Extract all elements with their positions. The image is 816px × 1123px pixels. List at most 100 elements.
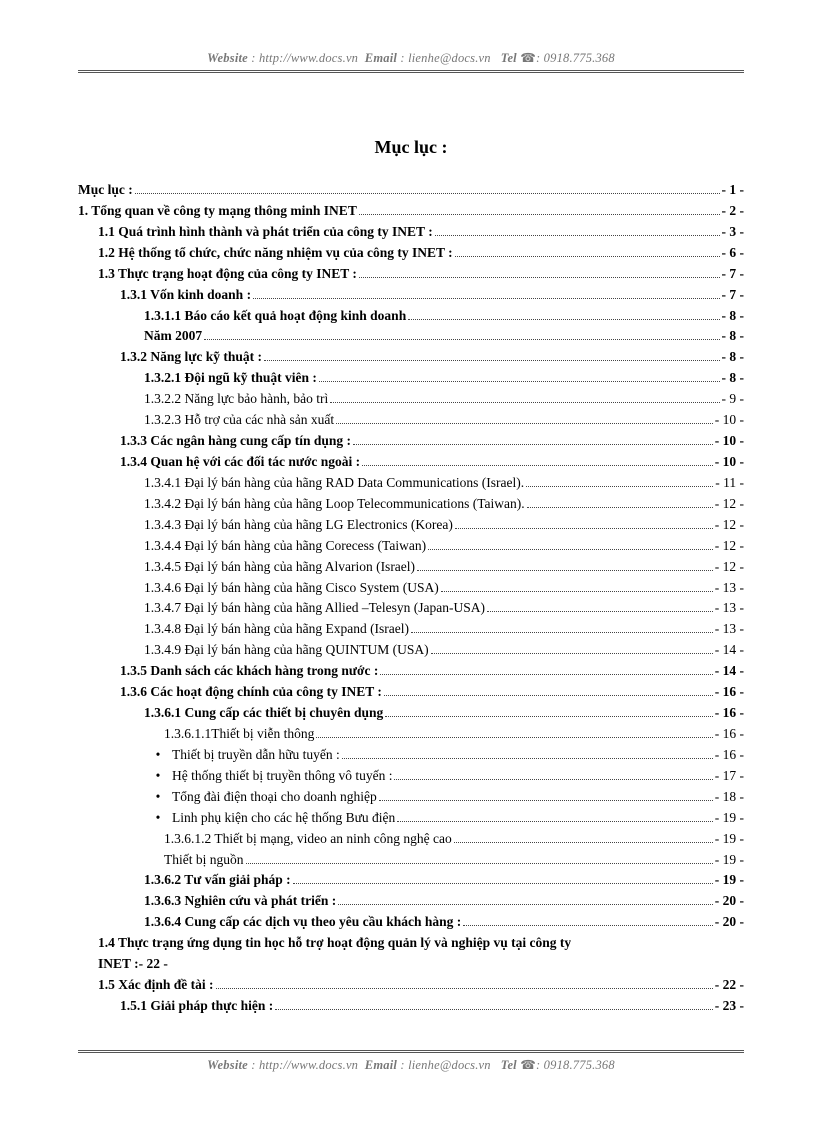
footer-tel-number: 0918.775.368 bbox=[544, 1058, 615, 1072]
toc-label: 1.3.6.2 Tư vấn giải pháp : bbox=[144, 870, 291, 891]
toc-label: 1.3.5 Danh sách các khách hàng trong nướ… bbox=[120, 661, 378, 682]
toc-page-number: - 19 - bbox=[715, 829, 744, 850]
toc-label: 1.3.6.1 Cung cấp các thiết bị chuyên dụn… bbox=[144, 703, 383, 724]
phone-icon: ☎ bbox=[520, 50, 536, 66]
toc-page-number: - 22 - bbox=[139, 954, 168, 975]
toc-label: Thiết bị nguồn bbox=[164, 850, 244, 871]
toc-page-number: - 10 - bbox=[715, 452, 744, 473]
toc-page-number: - 12 - bbox=[715, 557, 744, 578]
toc-label: 1.3.4.3 Đại lý bán hàng của hãng LG Elec… bbox=[144, 515, 453, 536]
header-divider bbox=[78, 70, 744, 73]
toc-entry: 1.3.4.5 Đại lý bán hàng của hãng Alvario… bbox=[78, 557, 744, 578]
footer-website-label: Website bbox=[207, 1058, 248, 1072]
toc-page-number: - 8 - bbox=[722, 306, 745, 327]
toc-leader bbox=[264, 349, 720, 361]
toc-entry: 1.3.4.2 Đại lý bán hàng của hãng Loop Te… bbox=[78, 494, 744, 515]
toc-leader bbox=[253, 286, 719, 298]
header-website-label: Website bbox=[207, 51, 248, 65]
toc-label: 1.3.1 Vốn kinh doanh : bbox=[120, 285, 251, 306]
toc-page-number: - 20 - bbox=[715, 912, 744, 933]
toc-leader bbox=[293, 872, 713, 884]
toc-label: 1.3.2.1 Đội ngũ kỹ thuật viên : bbox=[144, 368, 317, 389]
toc-leader bbox=[441, 579, 713, 591]
toc-leader bbox=[319, 370, 720, 382]
toc-entry: 1.3.5 Danh sách các khách hàng trong nướ… bbox=[78, 661, 744, 682]
toc-leader bbox=[359, 266, 720, 278]
toc-page-number: - 18 - bbox=[715, 787, 744, 808]
footer-divider bbox=[78, 1050, 744, 1053]
toc-page-number: - 22 - bbox=[715, 975, 744, 996]
toc-label: 1.3.6.4 Cung cấp các dịch vụ theo yêu cầ… bbox=[144, 912, 461, 933]
toc-entry: Thiết bị nguồn - 19 - bbox=[78, 850, 744, 871]
toc-entry: 1.3.2.2 Năng lực bảo hành, bảo trì- 9 - bbox=[78, 389, 744, 410]
toc-leader bbox=[316, 726, 712, 738]
toc-label: Linh phụ kiện cho các hệ thống Bưu điện bbox=[172, 808, 395, 829]
toc-label: Hệ thống thiết bị truyền thông vô tuyến … bbox=[172, 766, 392, 787]
toc-label: 1.3.6.1.1Thiết bị viễn thông bbox=[164, 724, 314, 745]
header-website-url: http://www.docs.vn bbox=[259, 51, 358, 65]
toc-leader bbox=[527, 496, 713, 508]
toc-label: 1.3.4.5 Đại lý bán hàng của hãng Alvario… bbox=[144, 557, 415, 578]
toc-page-number: - 12 - bbox=[715, 536, 744, 557]
toc-leader bbox=[275, 998, 712, 1010]
toc-entry: Năm 2007- 8 - bbox=[78, 326, 744, 347]
toc-page-number: - 13 - bbox=[715, 619, 744, 640]
toc-entry: 1.3.4.8 Đại lý bán hàng của hãng Expand … bbox=[78, 619, 744, 640]
toc-label: 1. Tổng quan về công ty mạng thông minh … bbox=[78, 201, 357, 222]
toc-page-number: - 19 - bbox=[715, 870, 744, 891]
toc-leader bbox=[394, 768, 712, 780]
toc-page-number: - 14 - bbox=[715, 640, 744, 661]
toc-page-number: - 7 - bbox=[722, 264, 745, 285]
toc-entry: 1.3.6.1 Cung cấp các thiết bị chuyên dụn… bbox=[78, 703, 744, 724]
toc-entry: 1.3.4 Quan hệ với các đối tác nước ngoài… bbox=[78, 452, 744, 473]
toc-leader bbox=[435, 224, 720, 236]
toc-page-number: - 3 - bbox=[722, 222, 745, 243]
toc-leader bbox=[463, 914, 712, 926]
toc-leader bbox=[408, 307, 719, 319]
toc-entry: 1.3.6.4 Cung cấp các dịch vụ theo yêu cầ… bbox=[78, 912, 744, 933]
toc-label: INET : bbox=[98, 954, 139, 975]
toc-label: 1.3.4.1 Đại lý bán hàng của hãng RAD Dat… bbox=[144, 473, 524, 494]
toc-entry: 1.3.6.1.2 Thiết bị mạng, video an ninh c… bbox=[78, 829, 744, 850]
toc-label: 1.3.4 Quan hệ với các đối tác nước ngoài… bbox=[120, 452, 360, 473]
toc-entry: Hệ thống thiết bị truyền thông vô tuyến … bbox=[78, 766, 744, 787]
toc-leader bbox=[362, 454, 713, 466]
toc-page-number: - 8 - bbox=[722, 326, 745, 347]
toc-leader bbox=[380, 663, 712, 675]
toc-entry: 1.3.4.6 Đại lý bán hàng của hãng Cisco S… bbox=[78, 578, 744, 599]
header: Website : http://www.docs.vn Email : lie… bbox=[78, 50, 744, 73]
toc-entry: 1.3.4.7 Đại lý bán hàng của hãng Allied … bbox=[78, 598, 744, 619]
toc-entry: Linh phụ kiện cho các hệ thống Bưu điện-… bbox=[78, 808, 744, 829]
toc-leader bbox=[135, 182, 720, 194]
header-tel-label: Tel bbox=[501, 51, 517, 65]
toc-page-number: - 8 - bbox=[722, 347, 745, 368]
toc-leader bbox=[411, 621, 713, 633]
toc-label: Tổng đài điện thoại cho doanh nghiệp bbox=[172, 787, 377, 808]
toc-page-number: - 23 - bbox=[715, 996, 744, 1017]
bullet-icon bbox=[144, 787, 172, 808]
toc-label: 1.3.4.7 Đại lý bán hàng của hãng Allied … bbox=[144, 598, 485, 619]
toc-page-number: - 16 - bbox=[715, 682, 744, 703]
header-email-label: Email bbox=[365, 51, 397, 65]
toc-page-number: - 19 - bbox=[715, 850, 744, 871]
toc-leader bbox=[336, 412, 713, 424]
toc-label: 1.3.4.9 Đại lý bán hàng của hãng QUINTUM… bbox=[144, 640, 429, 661]
toc-leader bbox=[385, 705, 712, 717]
toc-label: 1.3.6.3 Nghiên cứu và phát triển : bbox=[144, 891, 336, 912]
toc-label: 1.1 Quá trình hình thành và phát triển c… bbox=[98, 222, 433, 243]
toc-entry: 1.3 Thực trạng hoạt động của công ty INE… bbox=[78, 264, 744, 285]
header-email-addr: lienhe@docs.vn bbox=[408, 51, 491, 65]
toc-entry: 1.3.4.4 Đại lý bán hàng của hãng Coreces… bbox=[78, 536, 744, 557]
toc-leader bbox=[330, 391, 719, 403]
footer-email-addr: lienhe@docs.vn bbox=[408, 1058, 491, 1072]
toc-label: 1.3.2.2 Năng lực bảo hành, bảo trì bbox=[144, 389, 328, 410]
toc-leader bbox=[359, 203, 720, 215]
footer-tel-label: Tel bbox=[501, 1058, 517, 1072]
toc-leader bbox=[455, 245, 720, 257]
toc-page-number: - 10 - bbox=[715, 410, 744, 431]
table-of-contents: Mục lục :- 1 -1. Tổng quan về công ty mạ… bbox=[78, 180, 744, 1017]
toc-label: 1.5 Xác định đề tài : bbox=[98, 975, 214, 996]
toc-leader bbox=[246, 851, 713, 863]
toc-leader bbox=[526, 475, 713, 487]
toc-leader bbox=[379, 789, 713, 801]
